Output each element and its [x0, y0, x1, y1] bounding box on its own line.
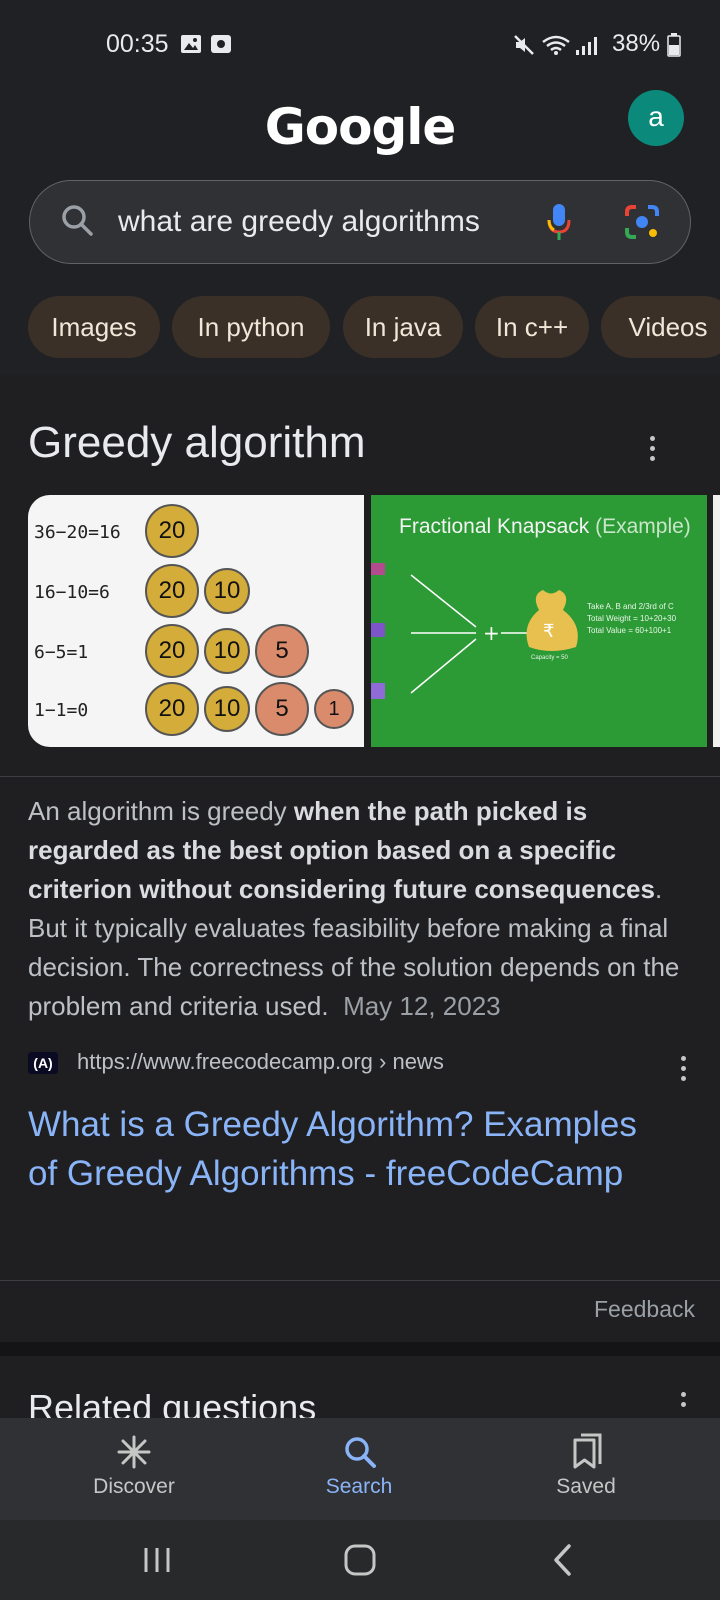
coin-equation: 36−20=16 [34, 522, 121, 543]
coin: 5 [255, 624, 309, 678]
snippet-text-pre: An algorithm is greedy [28, 796, 294, 826]
knapsack-title: Fractional Knapsack [399, 515, 590, 538]
search-icon [60, 203, 94, 242]
source-url[interactable]: https://www.freecodecamp.org › news [77, 1049, 444, 1075]
snippet-date: May 12, 2023 [343, 991, 501, 1021]
home-icon[interactable] [343, 1543, 377, 1582]
coin-change-image[interactable]: 36−20=16 20 16−10=6 20 10 6−5=1 20 10 5 1−1=0 20 10… [28, 495, 364, 747]
battery-icon [667, 33, 681, 62]
coin: 20 [145, 564, 199, 618]
coin: 10 [204, 686, 250, 732]
nav-saved[interactable]: Saved [506, 1475, 666, 1499]
chip-images[interactable]: Images [28, 296, 160, 358]
back-icon[interactable] [551, 1543, 575, 1582]
coin: 20 [145, 682, 199, 736]
next-image-peek[interactable] [713, 495, 720, 747]
knapsack-line-3: Total Value = 60+100+1 [587, 626, 672, 635]
coin-equation: 6−5=1 [34, 642, 89, 663]
divider [0, 776, 720, 777]
search-nav-icon[interactable] [342, 1434, 378, 1475]
discover-icon[interactable] [116, 1434, 152, 1475]
mute-icon [513, 34, 535, 55]
google-logo[interactable]: Google [0, 98, 720, 156]
coin: 10 [204, 568, 250, 614]
knapsack-line-1: Take A, B and 2/3rd of C [587, 602, 674, 611]
chip-in-cpp[interactable]: In c++ [475, 296, 589, 358]
coin: 1 [314, 689, 354, 729]
signal-icon [574, 34, 597, 55]
coin: 5 [255, 682, 309, 736]
coin: 20 [145, 504, 199, 558]
featured-snippet: An algorithm is greedy when the path pic… [28, 792, 698, 1026]
lens-icon[interactable] [624, 204, 660, 245]
knowledge-panel-title: Greedy algorithm [28, 418, 366, 467]
nav-discover[interactable]: Discover [54, 1475, 214, 1499]
account-avatar[interactable]: a [628, 90, 684, 146]
knapsack-diagram: + ₹ [371, 563, 578, 699]
fractional-knapsack-image[interactable]: Fractional Knapsack (Example) + ₹ Take A… [371, 495, 707, 747]
svg-text:+: + [483, 621, 500, 645]
microphone-icon[interactable] [546, 202, 572, 247]
more-options-icon[interactable] [650, 436, 656, 466]
freecodecamp-favicon: (A) [28, 1052, 58, 1074]
related-more-options-icon[interactable] [681, 1392, 687, 1412]
saved-icon[interactable] [572, 1432, 604, 1475]
wifi-icon [541, 34, 570, 55]
coin: 20 [145, 624, 199, 678]
divider [0, 1280, 720, 1281]
knapsack-line-2: Total Weight = 10+20+30 [587, 614, 677, 623]
status-time: 00:35 [106, 30, 169, 58]
result-title-link[interactable]: What is a Greedy Algorithm? Examples of … [28, 1100, 668, 1198]
gallery-icon [180, 34, 202, 54]
nav-search[interactable]: Search [279, 1475, 439, 1499]
feedback-link[interactable]: Feedback [594, 1296, 695, 1323]
chip-in-python[interactable]: In python [172, 296, 330, 358]
coin-equation: 1−1=0 [34, 700, 89, 721]
battery-percent: 38% [612, 30, 661, 57]
search-input[interactable]: what are greedy algorithms [118, 205, 480, 239]
recent-apps-icon[interactable] [142, 1545, 174, 1580]
section-separator [0, 1342, 720, 1356]
chip-videos[interactable]: Videos [601, 296, 720, 358]
knapsack-title-suffix: (Example) [595, 515, 691, 538]
svg-text:₹: ₹ [543, 621, 554, 642]
chip-in-java[interactable]: In java [343, 296, 463, 358]
coin: 10 [204, 628, 250, 674]
knapsack-capacity: Capacity = 50 [531, 655, 568, 661]
screen-record-icon [210, 34, 232, 54]
result-more-options-icon[interactable] [681, 1056, 687, 1086]
coin-equation: 16−10=6 [34, 582, 110, 603]
